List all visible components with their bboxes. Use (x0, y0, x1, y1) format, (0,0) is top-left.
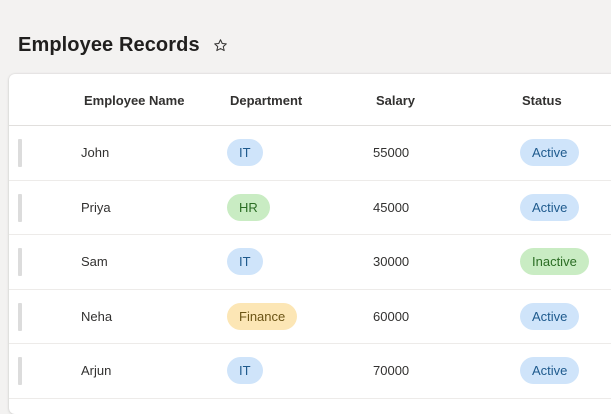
page-title: Employee Records (18, 34, 200, 56)
employee-name-cell: Arjun (81, 363, 112, 378)
status-badge: Active (520, 357, 580, 384)
column-header-department[interactable]: Department (230, 93, 302, 108)
salary-cell: 30000 (373, 254, 410, 269)
table-body: John IT 55000 Active Priya HR 45000 Active Sam IT… (9, 126, 611, 399)
table-row[interactable]: Sam IT 30000 Inactive (9, 235, 611, 290)
status-badge: Active (520, 139, 580, 166)
salary-cell: 45000 (373, 199, 410, 215)
department-badge: Finance (227, 302, 298, 330)
department-badge: HR (227, 193, 270, 221)
table-row[interactable]: Arjun IT 70000 Active (9, 344, 611, 399)
table-row[interactable]: John IT 55000 Active (9, 126, 611, 181)
employee-name-cell: Neha (81, 308, 113, 324)
salary-cell: 70000 (373, 363, 410, 378)
department-badge: IT (227, 357, 263, 384)
row-drag-handle[interactable] (18, 139, 22, 167)
employee-name-cell: John (81, 145, 110, 160)
status-badge: Active (520, 193, 580, 221)
salary-cell: 60000 (373, 308, 410, 324)
column-header-name[interactable]: Employee Name (84, 93, 184, 108)
column-header-status[interactable]: Status (522, 93, 562, 108)
salary-cell: 55000 (373, 145, 410, 160)
status-badge: Active (520, 302, 580, 330)
row-drag-handle[interactable] (18, 248, 22, 276)
row-drag-handle[interactable] (18, 357, 22, 385)
page-header: Employee Records (18, 34, 230, 57)
employee-name-cell: Priya (81, 199, 111, 215)
table-header-row: Employee Name Department Salary Status (9, 74, 611, 126)
star-icon[interactable] (212, 37, 230, 55)
status-badge: Inactive (520, 248, 589, 275)
records-table: Employee Name Department Salary Status J… (9, 74, 611, 414)
department-badge: IT (227, 248, 263, 275)
column-header-salary[interactable]: Salary (376, 93, 415, 108)
department-badge: IT (227, 139, 263, 166)
employee-name-cell: Sam (81, 254, 108, 269)
table-row[interactable]: Priya HR 45000 Active (9, 181, 611, 235)
row-drag-handle[interactable] (18, 302, 22, 331)
table-row[interactable]: Neha Finance 60000 Active (9, 290, 611, 344)
row-drag-handle[interactable] (18, 193, 22, 222)
